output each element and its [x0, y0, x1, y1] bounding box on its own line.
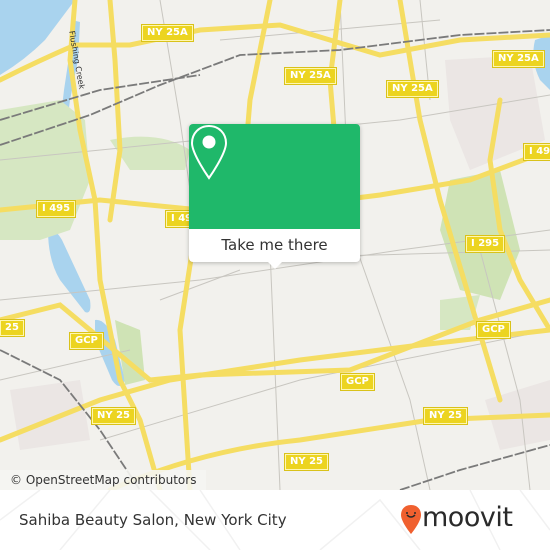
popup-pointer	[268, 262, 282, 269]
road-shield-gcp: GCP	[340, 373, 375, 391]
road-shield-gcp: GCP	[476, 321, 511, 339]
road-shield-ny25a: NY 25A	[141, 24, 194, 42]
footer-bar: Sahiba Beauty Salon, New York City moovi…	[0, 490, 550, 550]
location-pin-icon	[190, 124, 228, 180]
road-shield-ny25: NY 25	[283, 453, 330, 471]
moovit-pin-icon	[401, 505, 421, 534]
road-shield-ny25a: NY 25A	[386, 80, 439, 98]
road-shield-i295: I 295	[464, 235, 506, 253]
water-lake-north	[48, 229, 91, 313]
road-shield-gcp: GCP	[69, 332, 104, 350]
road-shield-i495: I 495	[522, 143, 550, 161]
road-shield-i495: I 495	[35, 200, 77, 218]
destination-popup[interactable]: Take me there	[189, 124, 360, 262]
road-shield-ny25a: NY 25A	[284, 67, 337, 85]
brand-name: moovit	[422, 502, 513, 533]
district-southwest	[10, 380, 90, 450]
road-shield-ny25: NY 25	[90, 407, 137, 425]
road-shield-ny25a: NY 25A	[492, 50, 545, 68]
road-shield-ny25: NY 25	[422, 407, 469, 425]
map-attribution[interactable]: © OpenStreetMap contributors	[0, 470, 207, 490]
map-view[interactable]: NY 25A NY 25A NY 25A NY 25A I 495 I 495 …	[0, 0, 550, 490]
popup-header	[189, 124, 360, 229]
place-name: Sahiba Beauty Salon, New York City	[19, 511, 287, 529]
road-shield-ny25: 25	[0, 319, 25, 337]
take-me-there-button[interactable]: Take me there	[189, 230, 360, 260]
